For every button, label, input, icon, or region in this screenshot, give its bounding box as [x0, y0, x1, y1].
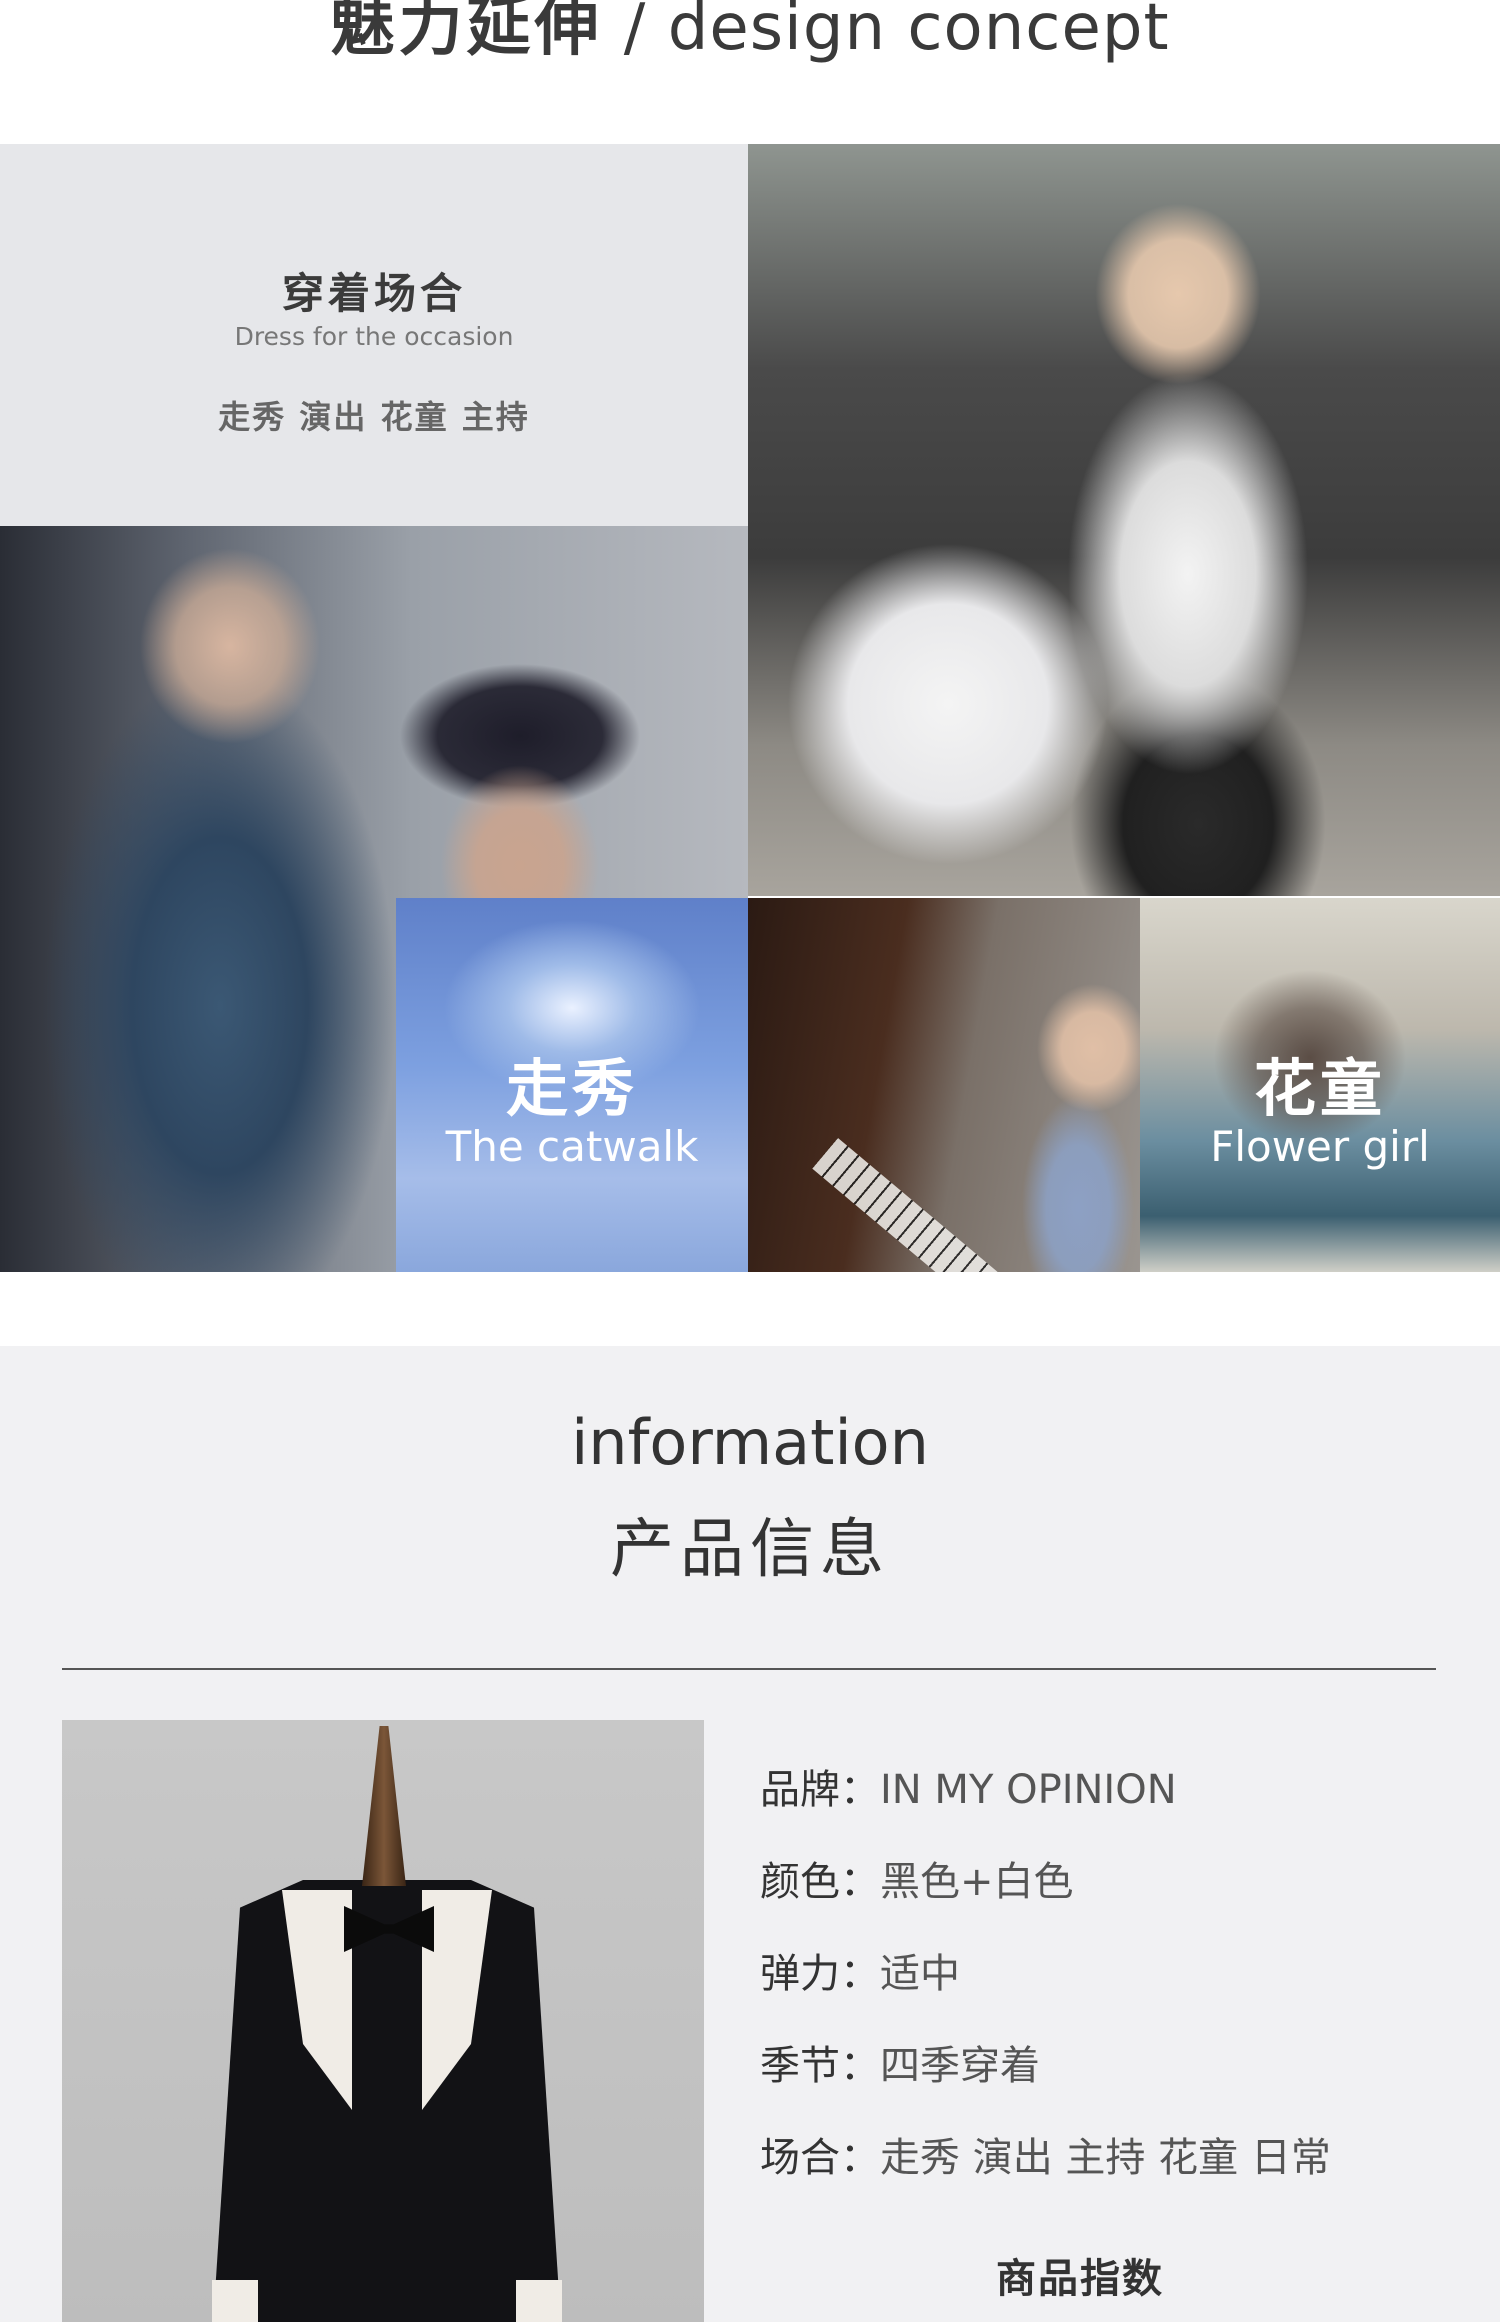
mannequin-stand [362, 1726, 406, 1886]
wedding-photo [748, 144, 1500, 896]
spec-value: 适中 [880, 1951, 960, 1997]
tuxedo-jacket [212, 1880, 562, 2322]
piano-photo [748, 898, 1140, 1272]
spec-brand: 品牌：IN MY OPINION [760, 1760, 1460, 1852]
spec-value: IN MY OPINION [880, 1767, 1177, 1813]
flower-tile: 花童 Flower girl [1140, 898, 1500, 1272]
info-title-en: information [571, 1406, 929, 1479]
spec-value: 走秀 演出 主持 花童 日常 [880, 2135, 1331, 2181]
spec-season: 季节：四季穿着 [760, 2036, 1460, 2128]
catwalk-title-en: The catwalk [445, 1122, 699, 1171]
spec-list: 品牌：IN MY OPINION 颜色：黑色+白色 弹力：适中 季节：四季穿着 … [760, 1760, 1460, 2220]
page-title-cn: 魅力延伸 [330, 0, 603, 65]
occasion-card: 穿着场合 Dress for the occasion 走秀 演出 花童 主持 [0, 144, 748, 526]
spec-label: 季节： [760, 2043, 880, 2089]
occasion-collage: 穿着场合 Dress for the occasion 走秀 演出 花童 主持 … [0, 144, 1500, 1272]
spec-label: 场合： [760, 2135, 880, 2181]
page-title-separator: / [602, 0, 668, 65]
product-info-section: information 产品信息 品牌：IN MY OPINION 颜色：黑色+… [0, 1346, 1500, 2322]
spec-elasticity: 弹力：适中 [760, 1944, 1460, 2036]
occasion-title: 穿着场合 [281, 269, 466, 318]
spec-label: 颜色： [760, 1859, 880, 1905]
catwalk-title-cn: 走秀 [505, 1052, 638, 1125]
piano-keys [812, 1138, 1007, 1272]
catwalk-tile: 走秀 The catwalk [396, 898, 748, 1272]
spec-value: 四季穿着 [880, 2043, 1040, 2089]
info-title-cn: 产品信息 [610, 1513, 890, 1587]
spec-label: 弹力： [760, 1951, 880, 1997]
product-index-title: 商品指数 [996, 2256, 1164, 2302]
product-photo [62, 1720, 704, 2322]
spec-label: 品牌： [760, 1767, 880, 1813]
page-title-en: design concept [667, 0, 1170, 65]
divider [62, 1668, 1436, 1670]
spec-color: 颜色：黑色+白色 [760, 1852, 1460, 1944]
left-cuff [212, 2280, 258, 2322]
page-header: 魅力延伸 / design concept [0, 0, 1500, 144]
spec-value: 黑色+白色 [880, 1859, 1074, 1905]
occasion-keywords: 走秀 演出 花童 主持 [218, 398, 530, 436]
right-cuff [516, 2280, 562, 2322]
flower-title-cn: 花童 [1253, 1052, 1386, 1125]
occasion-subtitle: Dress for the occasion [234, 322, 514, 351]
page-title: 魅力延伸 / design concept [0, 0, 1500, 70]
flower-title-en: Flower girl [1210, 1122, 1430, 1171]
spec-occasion: 场合：走秀 演出 主持 花童 日常 [760, 2128, 1460, 2220]
